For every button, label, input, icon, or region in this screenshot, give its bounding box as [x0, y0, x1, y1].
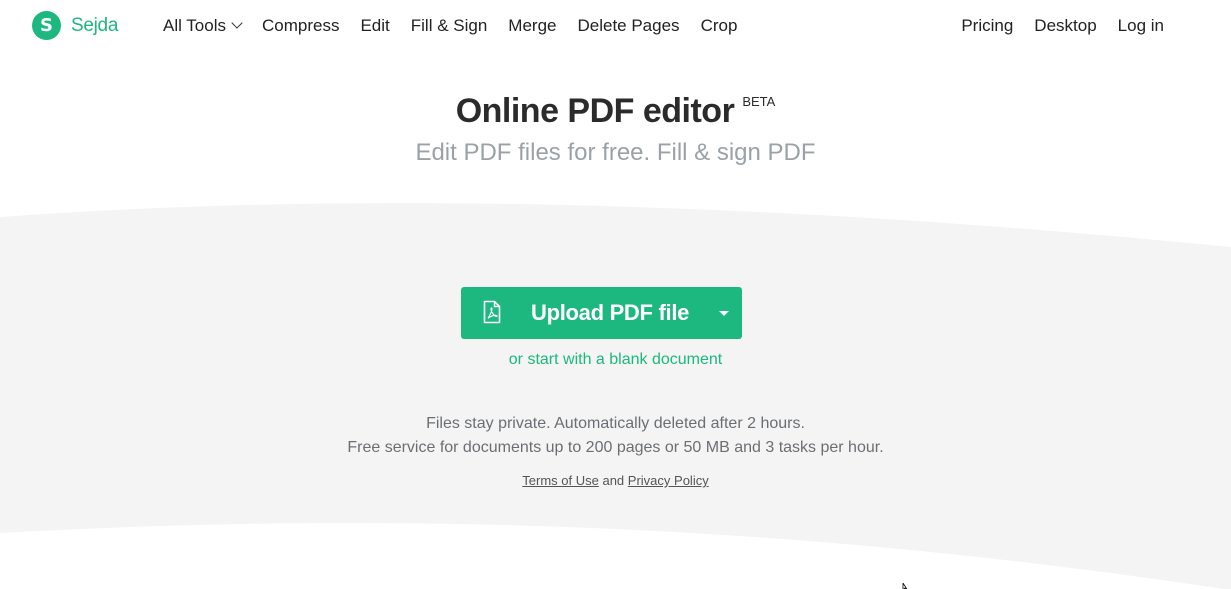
- nav-login[interactable]: Log in: [1118, 16, 1164, 36]
- nav-desktop[interactable]: Desktop: [1034, 16, 1096, 36]
- page-title-text: Online PDF editor: [455, 92, 735, 130]
- page: S Sejda All Tools Compress Edit Fill & S…: [0, 0, 1231, 589]
- terms-of-use-link[interactable]: Terms of Use: [522, 473, 599, 488]
- nav-fill-sign[interactable]: Fill & Sign: [411, 16, 488, 36]
- wave-background: [0, 203, 1231, 589]
- page-title: Online PDF editor BETA: [0, 92, 1231, 131]
- beta-badge: BETA: [742, 94, 776, 109]
- privacy-policy-link[interactable]: Privacy Policy: [628, 473, 709, 488]
- page-subtitle: Edit PDF files for free. Fill & sign PDF: [415, 139, 816, 166]
- nav-pricing[interactable]: Pricing: [961, 16, 1013, 36]
- brand-logo[interactable]: S Sejda: [32, 11, 118, 40]
- top-navigation: S Sejda All Tools Compress Edit Fill & S…: [0, 0, 1231, 54]
- nav-merge[interactable]: Merge: [508, 16, 556, 36]
- logo-mark-icon: S: [32, 11, 61, 40]
- legal-and-text: and: [602, 473, 625, 488]
- nav-all-tools-label: All Tools: [163, 16, 226, 35]
- pdf-file-icon: [483, 300, 501, 324]
- privacy-info: Files stay private. Automatically delete…: [426, 415, 805, 432]
- upload-area-background: [0, 195, 1231, 589]
- upload-pdf-label: Upload PDF file: [531, 300, 690, 325]
- service-limits-info: Free service for documents up to 200 pag…: [347, 439, 884, 456]
- nav-crop[interactable]: Crop: [701, 16, 738, 36]
- caret-down-icon[interactable]: [719, 311, 729, 316]
- nav-edit[interactable]: Edit: [360, 16, 389, 36]
- upload-pdf-button[interactable]: Upload PDF file: [461, 287, 742, 339]
- brand-name: Sejda: [71, 14, 119, 36]
- chevron-down-icon: [231, 17, 243, 29]
- mouse-cursor-icon: [902, 583, 908, 589]
- account-nav: Pricing Desktop Log in: [940, 16, 1164, 36]
- nav-compress[interactable]: Compress: [262, 16, 339, 36]
- nav-all-tools[interactable]: All Tools: [163, 16, 243, 36]
- main-nav: All Tools Compress Edit Fill & Sign Merg…: [163, 16, 758, 36]
- legal-links: Terms of Use and Privacy Policy: [0, 473, 1231, 488]
- nav-delete-pages[interactable]: Delete Pages: [577, 16, 679, 36]
- start-blank-document-link[interactable]: or start with a blank document: [0, 351, 1231, 369]
